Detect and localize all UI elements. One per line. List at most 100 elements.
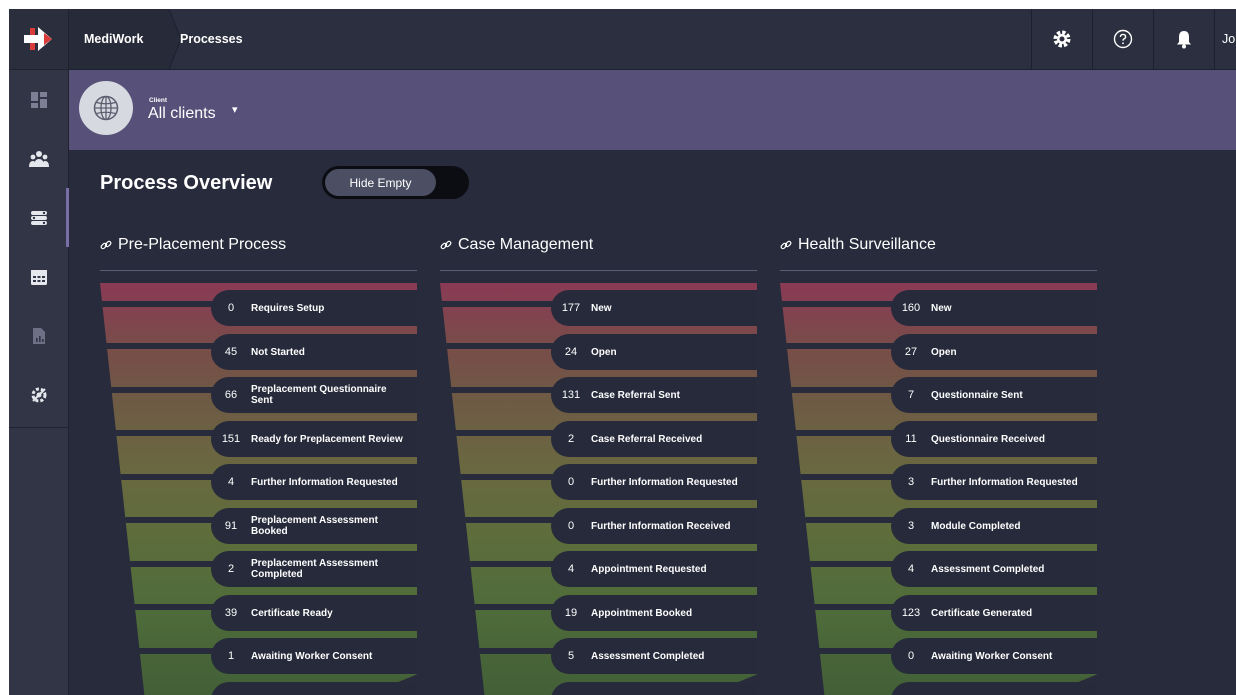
process-stage-item[interactable]: 151 Ready for Preplacement Review [211, 421, 417, 457]
process-stage-item[interactable]: 19Report Ready for Review [551, 682, 757, 695]
sidebar-item-people[interactable] [9, 129, 68, 188]
process-stage-item[interactable]: 66 Preplacement Questionnaire Sent [211, 377, 417, 413]
sidebar-item-processes[interactable] [9, 188, 69, 247]
stage-count: 7 [907, 389, 915, 401]
breadcrumb-page[interactable]: Processes [180, 9, 243, 69]
process-stage-item[interactable]: 2 Preplacement Assessment Completed [211, 551, 417, 587]
stage-label: Certificate Generated [931, 607, 1033, 619]
stage-count: 177 [561, 302, 581, 314]
stage-label: Open [931, 346, 957, 358]
sidebar-item-calendar[interactable] [9, 247, 68, 306]
stage-label: Further Information Requested [251, 476, 398, 488]
help-icon [1113, 29, 1133, 49]
stage-count: 27 [904, 346, 918, 358]
link-icon [440, 239, 452, 251]
dashboard-icon [30, 91, 47, 108]
process-stage-item[interactable]: 3 Further Information Requested [891, 464, 1097, 500]
stage-label: Not Started [251, 346, 305, 358]
process-stage-item[interactable]: 5 Assessment Completed [551, 638, 757, 674]
process-stage-item[interactable]: 0 Further Information Requested [551, 464, 757, 500]
stage-label: Awaiting Worker Consent [251, 650, 373, 662]
process-stage-item[interactable]: 2 Case Referral Received [551, 421, 757, 457]
stage-label: Case Referral Sent [591, 389, 680, 401]
process-stage-item[interactable]: 4 Further Information Requested [211, 464, 417, 500]
gear-icon [1053, 30, 1071, 48]
process-column-title[interactable]: Pre-Placement Process [100, 236, 286, 254]
process-column-health-surveillance: Health Surveillance 160 New 27 Open 7 Question… [780, 150, 1098, 695]
client-bar: Client All clients ▾ [69, 70, 1236, 150]
stage-count: 19 [564, 607, 578, 619]
stage-count: 24 [564, 346, 578, 358]
help-button[interactable] [1092, 9, 1153, 69]
user-menu[interactable]: Jo [1214, 9, 1236, 69]
process-column-title-text: Health Surveillance [798, 236, 936, 253]
stage-count: 151 [221, 433, 241, 445]
stage-count: 0 [567, 476, 575, 488]
link-icon [100, 239, 112, 251]
logo-icon [23, 27, 52, 51]
process-stage-item[interactable]: 0 Further Information Received [551, 508, 757, 544]
notifications-button[interactable] [1153, 9, 1214, 69]
client-select[interactable]: All clients [148, 105, 216, 123]
stage-label: Further Information Received [591, 520, 731, 532]
stage-label: Further Information Requested [591, 476, 738, 488]
topbar: MediWork Processes Jo [69, 9, 1236, 70]
process-stage-item[interactable]: 3Worker Consent Received [211, 682, 417, 695]
process-stage-item[interactable]: 91 Preplacement Assessment Booked [211, 508, 417, 544]
process-stage-item[interactable]: 39 Certificate Ready [211, 595, 417, 631]
globe-icon [93, 95, 119, 121]
sidebar-item-dashboard[interactable] [9, 70, 68, 129]
process-stage-item[interactable]: 45 Not Started [211, 334, 417, 370]
process-stage-item[interactable]: 177 New [551, 290, 757, 326]
process-stage-item[interactable]: 123 Certificate Generated [891, 595, 1097, 631]
stage-count: 123 [901, 607, 921, 619]
stage-label: Questionnaire Sent [931, 389, 1023, 401]
process-stage-item[interactable]: 27 Open [891, 334, 1097, 370]
logo[interactable] [9, 9, 68, 70]
stage-count: 5 [567, 650, 575, 662]
stage-label: Preplacement Questionnaire Sent [251, 384, 387, 406]
stage-label: Preplacement Assessment Completed [251, 558, 378, 580]
process-column-title[interactable]: Case Management [440, 236, 593, 254]
stage-label: Questionnaire Received [931, 433, 1045, 445]
breadcrumb-app[interactable]: MediWork [69, 9, 169, 69]
process-stage-item[interactable]: 3Worker Consent Received [891, 682, 1097, 695]
process-column-case-management: Case Management 177 New 24 Open 131 Case Refer… [440, 150, 758, 695]
stage-label: Awaiting Worker Consent [931, 650, 1053, 662]
process-stage-item[interactable]: 24 Open [551, 334, 757, 370]
process-stage-item[interactable]: 4 Assessment Completed [891, 551, 1097, 587]
process-stage-item[interactable]: 131 Case Referral Sent [551, 377, 757, 413]
stage-count: 45 [224, 346, 238, 358]
sidebar-item-reports[interactable] [9, 306, 68, 365]
stage-count: 4 [227, 476, 235, 488]
process-stage-item[interactable]: 19 Appointment Booked [551, 595, 757, 631]
process-stage-item[interactable]: 0 Awaiting Worker Consent [891, 638, 1097, 674]
stage-label: Assessment Completed [931, 563, 1045, 575]
sidebar [9, 9, 69, 695]
process-stage-item[interactable]: 0 Requires Setup [211, 290, 417, 326]
stage-count: 2 [227, 563, 235, 575]
chevron-down-icon[interactable]: ▾ [232, 103, 238, 116]
process-column-pre-placement: Pre-Placement Process 0 Requires Setup 45 No… [100, 150, 418, 695]
breadcrumb-separator-icon [165, 9, 181, 69]
stage-count: 11 [905, 433, 917, 445]
process-stage-item[interactable]: 4 Appointment Requested [551, 551, 757, 587]
process-overview: Process Overview Hide Empty Pre-Placemen… [69, 150, 1236, 695]
process-stage-item[interactable]: 7 Questionnaire Sent [891, 377, 1097, 413]
people-icon [28, 150, 49, 167]
stage-count: 0 [227, 302, 235, 314]
stage-label: Preplacement Assessment Booked [251, 515, 378, 537]
stage-count: 160 [901, 302, 921, 314]
stage-count: 4 [567, 563, 575, 575]
process-column-title[interactable]: Health Surveillance [780, 236, 936, 254]
sidebar-nav [9, 70, 69, 428]
process-stage-item[interactable]: 1 Awaiting Worker Consent [211, 638, 417, 674]
calendar-icon [30, 269, 47, 285]
process-stage-item[interactable]: 11 Questionnaire Received [891, 421, 1097, 457]
client-avatar[interactable] [79, 81, 133, 135]
stage-count: 1 [227, 650, 235, 662]
process-stage-item[interactable]: 160 New [891, 290, 1097, 326]
sidebar-item-settings[interactable] [9, 365, 68, 424]
settings-button[interactable] [1031, 9, 1092, 69]
process-stage-item[interactable]: 3 Module Completed [891, 508, 1097, 544]
